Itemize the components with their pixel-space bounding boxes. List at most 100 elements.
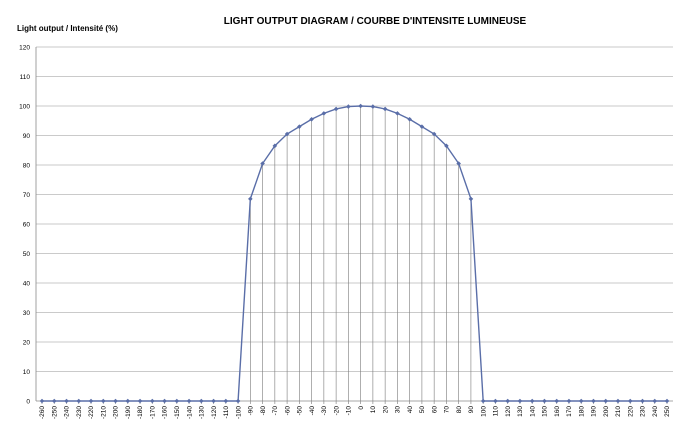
x-tick-label: -140 bbox=[186, 406, 193, 419]
data-point bbox=[113, 398, 118, 404]
y-tick-label: 0 bbox=[26, 398, 30, 405]
x-tick-label: 220 bbox=[627, 406, 634, 417]
data-point bbox=[529, 398, 535, 404]
data-point bbox=[346, 104, 351, 109]
data-point bbox=[395, 111, 400, 116]
data-point bbox=[627, 398, 633, 404]
x-tick-label: -100 bbox=[235, 406, 242, 419]
y-tick-label: 20 bbox=[23, 339, 31, 346]
x-tick-label: -40 bbox=[309, 406, 316, 416]
data-point bbox=[100, 398, 106, 404]
x-tick-label: 200 bbox=[603, 406, 610, 417]
y-tick-label: 100 bbox=[19, 103, 30, 110]
x-tick-label: -70 bbox=[272, 406, 279, 416]
x-tick-label: 250 bbox=[664, 406, 671, 417]
x-tick-label: 230 bbox=[640, 406, 647, 417]
data-point bbox=[333, 106, 339, 112]
x-tick-label: -180 bbox=[137, 406, 144, 419]
x-tick-label: 240 bbox=[652, 406, 659, 417]
x-tick-label: -10 bbox=[346, 406, 353, 416]
x-tick-label: -120 bbox=[211, 406, 218, 419]
data-point bbox=[321, 111, 327, 116]
data-point bbox=[125, 398, 131, 404]
data-point bbox=[542, 398, 547, 404]
x-tick-label: -80 bbox=[260, 406, 267, 416]
y-tick-label: 120 bbox=[19, 44, 30, 51]
x-tick-label: 60 bbox=[431, 406, 438, 414]
x-tick-label: -130 bbox=[199, 406, 206, 419]
x-tick-label: -240 bbox=[64, 406, 71, 419]
y-tick-label: 80 bbox=[23, 162, 31, 169]
x-tick-label: 150 bbox=[542, 406, 549, 417]
data-point bbox=[370, 104, 376, 109]
data-point bbox=[652, 398, 658, 404]
x-tick-label: 10 bbox=[370, 406, 377, 414]
x-tick-label: 120 bbox=[505, 406, 512, 417]
data-point bbox=[591, 398, 596, 404]
x-tick-label: -90 bbox=[248, 406, 255, 416]
y-tick-label: 90 bbox=[23, 133, 31, 140]
y-tick-label: 50 bbox=[23, 251, 31, 258]
data-point bbox=[505, 398, 510, 404]
x-tick-label: 180 bbox=[578, 406, 585, 417]
plot-area: 0102030405060708090100110120-260 -250 -240… bbox=[19, 44, 673, 419]
x-tick-label: -200 bbox=[113, 406, 120, 419]
x-tick-label: 30 bbox=[395, 406, 402, 414]
data-point bbox=[358, 103, 363, 109]
x-tick-label: -220 bbox=[88, 406, 95, 419]
data-point bbox=[640, 398, 645, 404]
x-tick-label: -260 bbox=[39, 406, 46, 419]
x-tick-label: -210 bbox=[100, 406, 107, 419]
x-tick-label: -190 bbox=[125, 406, 132, 419]
x-tick-label: 170 bbox=[566, 406, 573, 417]
data-point bbox=[603, 398, 609, 404]
data-point bbox=[480, 398, 486, 404]
data-point bbox=[39, 398, 45, 404]
data-point bbox=[554, 398, 560, 404]
x-tick-label: 160 bbox=[554, 406, 561, 417]
x-tick-label: -250 bbox=[51, 406, 58, 419]
light-output-chart: LIGHT OUTPUT DIAGRAM / COURBE D'INTENSIT… bbox=[0, 0, 700, 442]
data-point bbox=[64, 398, 69, 404]
x-tick-label: 40 bbox=[407, 406, 414, 414]
data-point bbox=[382, 106, 388, 112]
data-point bbox=[493, 398, 498, 404]
data-point bbox=[76, 398, 82, 404]
x-tick-label: 140 bbox=[529, 406, 536, 417]
x-tick-label: 0 bbox=[358, 406, 365, 410]
x-tick-label: 190 bbox=[591, 406, 598, 417]
data-point bbox=[235, 398, 241, 404]
data-point bbox=[174, 398, 180, 404]
x-tick-label: 110 bbox=[493, 406, 500, 417]
data-point bbox=[517, 398, 523, 404]
x-tick-label: 90 bbox=[468, 406, 475, 414]
data-point bbox=[51, 398, 57, 404]
x-tick-label: -50 bbox=[297, 406, 304, 416]
data-point bbox=[615, 398, 621, 404]
x-tick-label: 50 bbox=[419, 406, 426, 414]
data-point bbox=[578, 398, 584, 404]
data-point bbox=[149, 398, 155, 404]
data-point bbox=[248, 196, 253, 202]
x-tick-label: 210 bbox=[615, 406, 622, 417]
x-tick-label: -230 bbox=[76, 406, 83, 419]
data-point bbox=[88, 398, 94, 404]
x-tick-label: -170 bbox=[149, 406, 156, 419]
data-point bbox=[664, 398, 670, 404]
y-tick-label: 110 bbox=[20, 74, 31, 81]
x-tick-label: 70 bbox=[444, 406, 451, 414]
x-tick-label: 100 bbox=[480, 406, 487, 417]
x-tick-label: -30 bbox=[321, 406, 328, 416]
data-point bbox=[211, 398, 216, 404]
x-tick-label: 130 bbox=[517, 406, 524, 417]
x-tick-label: -150 bbox=[174, 406, 181, 419]
y-tick-label: 30 bbox=[23, 310, 31, 317]
data-point bbox=[199, 398, 204, 404]
x-tick-label: 20 bbox=[382, 406, 389, 414]
x-tick-label: -60 bbox=[284, 406, 291, 416]
data-point bbox=[162, 398, 167, 404]
y-tick-label: 40 bbox=[23, 280, 31, 287]
y-tick-label: 10 bbox=[23, 369, 31, 376]
x-tick-label: 80 bbox=[456, 406, 463, 414]
data-point bbox=[468, 196, 474, 202]
